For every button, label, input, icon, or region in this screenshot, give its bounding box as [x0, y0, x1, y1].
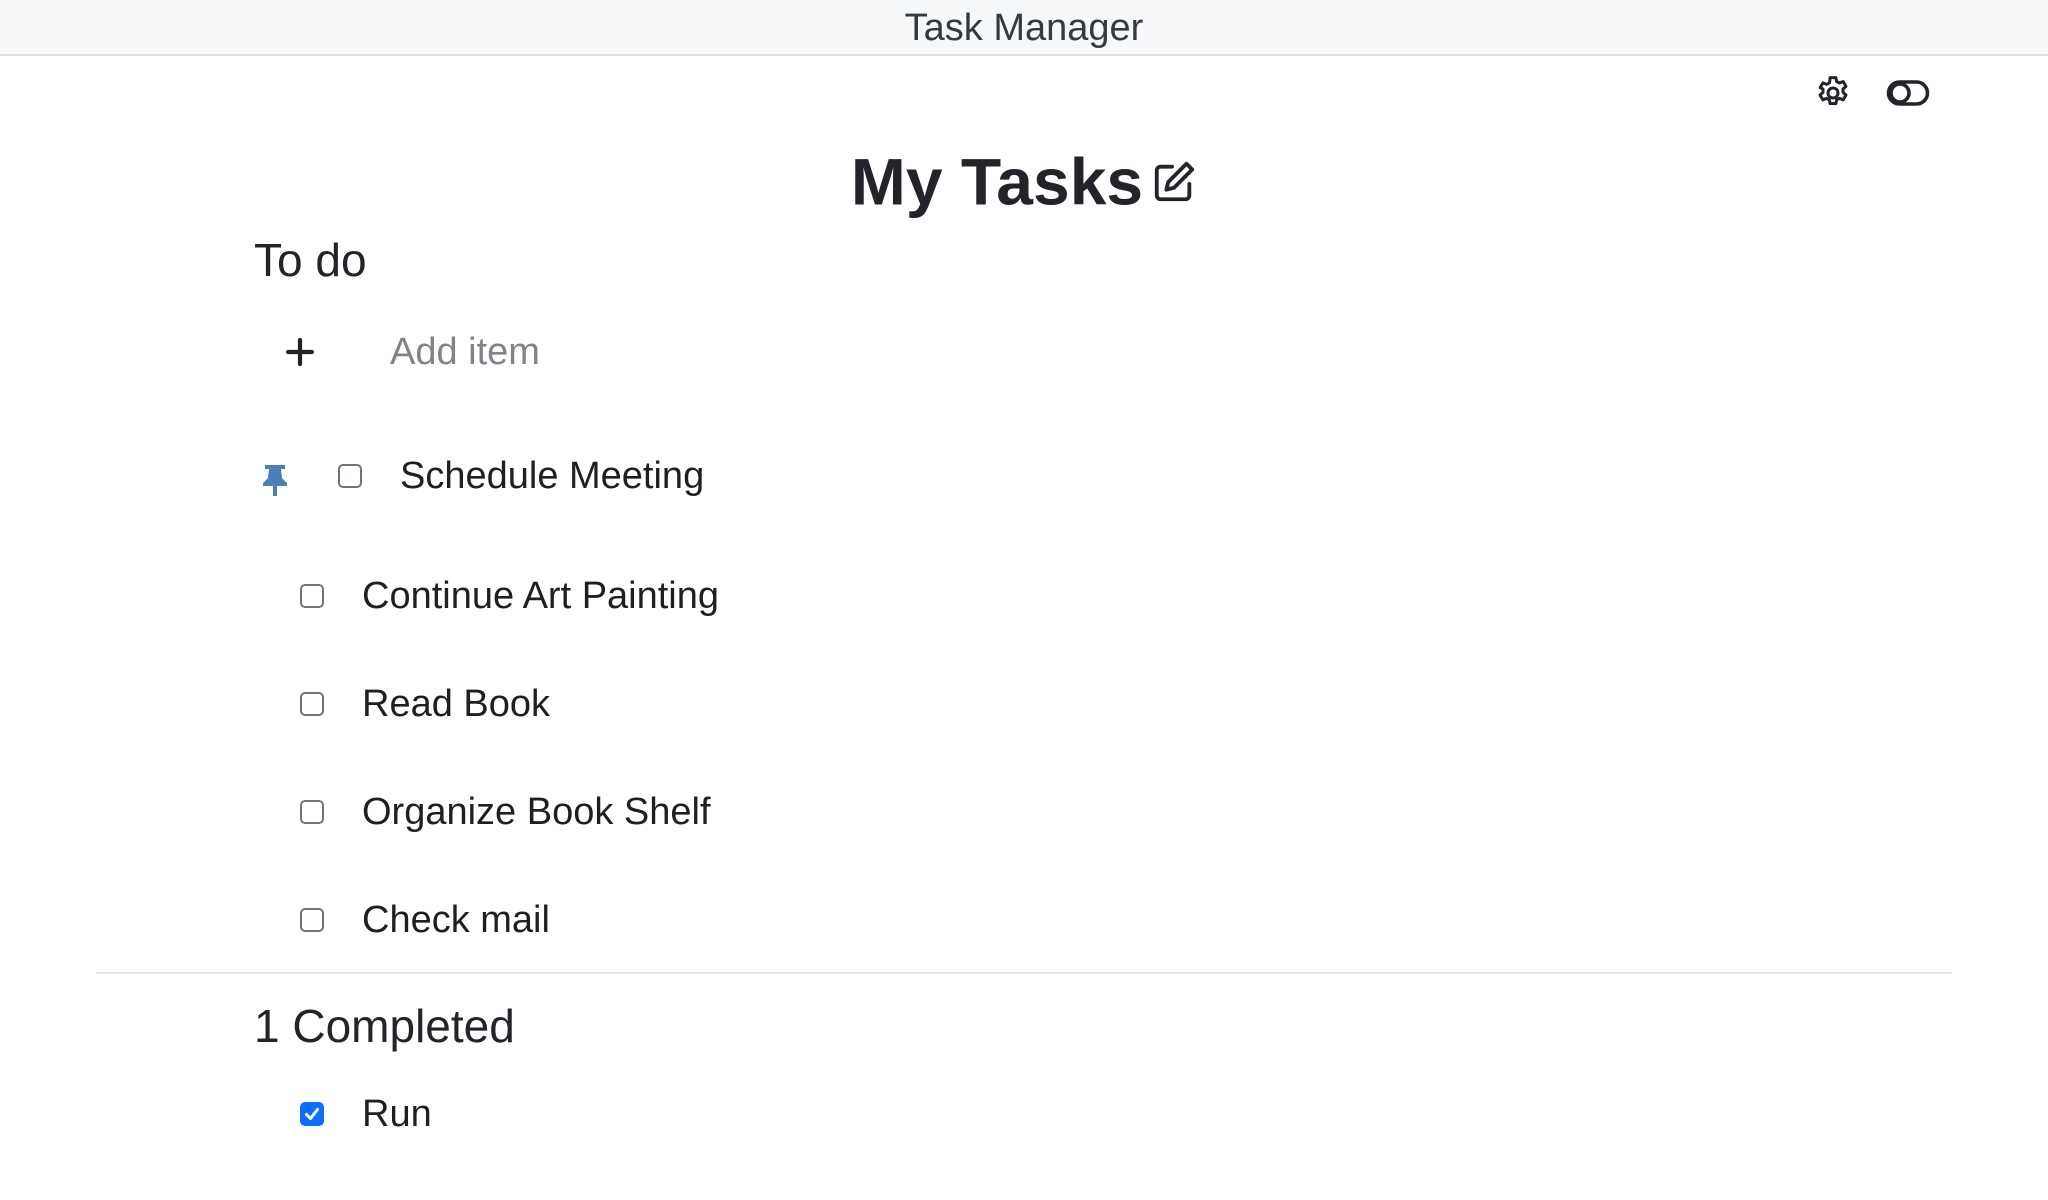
- task-label: Run: [362, 1092, 432, 1135]
- task-checkbox[interactable]: [300, 692, 324, 716]
- task-label: Continue Art Painting: [362, 574, 720, 617]
- todo-section-label: To do: [254, 234, 367, 286]
- task-item-read-book: Read Book: [300, 674, 550, 734]
- settings-button[interactable]: [1810, 70, 1856, 116]
- completed-section-label: 1 Completed: [254, 1000, 515, 1052]
- pin-icon[interactable]: [258, 462, 292, 498]
- add-item-row: [280, 322, 1280, 382]
- task-label: Read Book: [362, 682, 551, 725]
- window-title: Task Manager: [0, 0, 2048, 56]
- task-checkbox[interactable]: [300, 584, 324, 608]
- task-item-organize-book-shelf: Organize Book Shelf: [300, 782, 711, 842]
- page-title: My Tasks: [850, 144, 1144, 219]
- task-label: Check mail: [362, 898, 550, 941]
- task-item-run: Run: [300, 1084, 432, 1144]
- plus-icon[interactable]: [280, 332, 320, 372]
- task-item-schedule-meeting: Schedule Meeting: [338, 446, 704, 506]
- task-checkbox[interactable]: [338, 464, 362, 488]
- task-label: Schedule Meeting: [400, 454, 705, 497]
- list-heading: My Tasks: [0, 136, 2048, 222]
- checkmark-icon: [305, 1108, 319, 1120]
- task-checkbox[interactable]: [300, 800, 324, 824]
- task-item-check-mail: Check mail: [300, 890, 550, 950]
- task-label: Organize Book Shelf: [362, 790, 711, 833]
- section-divider: [96, 972, 1952, 974]
- task-checkbox[interactable]: [300, 908, 324, 932]
- theme-toggle-button[interactable]: [1884, 70, 1932, 116]
- add-item-input[interactable]: [388, 329, 1092, 375]
- edit-icon[interactable]: [1151, 159, 1197, 205]
- task-checkbox-checked[interactable]: [300, 1102, 324, 1126]
- task-item-continue-art-painting: Continue Art Painting: [300, 566, 719, 626]
- gear-icon: [1818, 76, 1848, 106]
- toggle-icon: [1886, 80, 1930, 106]
